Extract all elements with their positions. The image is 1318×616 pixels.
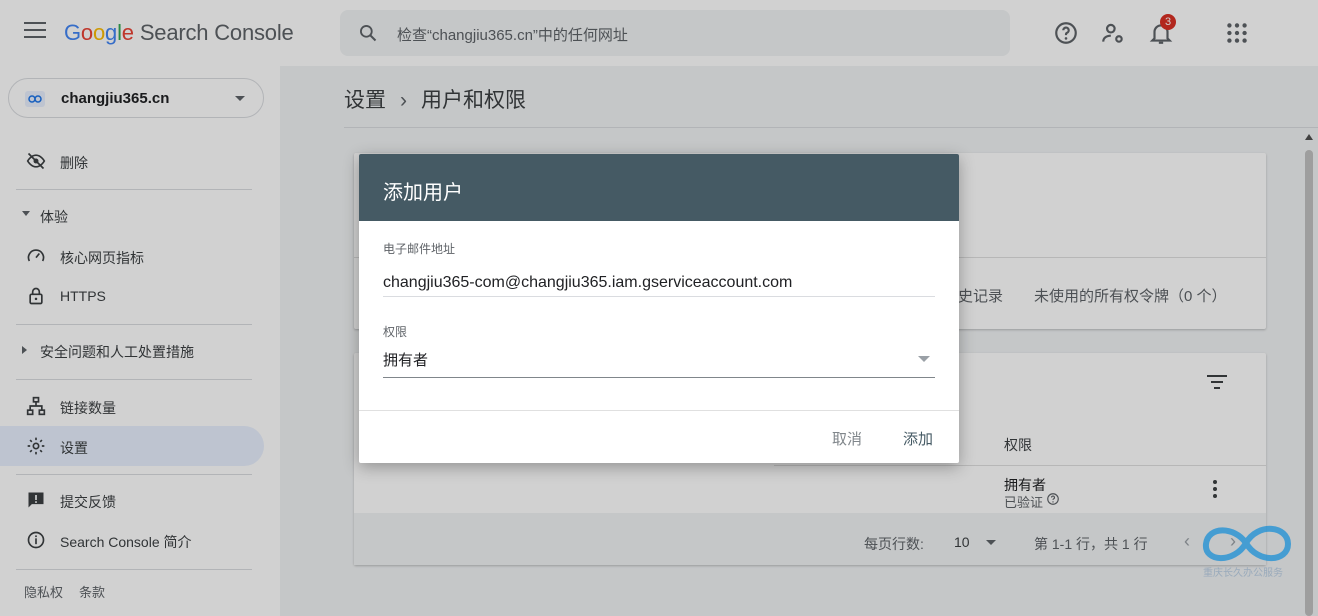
- email-underline: [383, 296, 935, 297]
- add-user-dialog: 添加用户 电子邮件地址 changjiu365-com@changjiu365.…: [359, 154, 959, 463]
- permission-underline: [383, 377, 935, 378]
- dialog-title: 添加用户: [383, 182, 463, 204]
- email-field[interactable]: changjiu365-com@changjiu365.iam.gservice…: [383, 274, 792, 292]
- permission-label: 权限: [383, 325, 408, 339]
- divider: [359, 410, 959, 411]
- cancel-button[interactable]: 取消: [832, 428, 862, 449]
- permission-select[interactable]: 拥有者: [383, 349, 428, 370]
- dropdown-arrow-icon[interactable]: [918, 356, 930, 362]
- add-button[interactable]: 添加: [903, 428, 933, 449]
- watermark-text: 重庆长久办公服务: [1203, 568, 1283, 579]
- email-label: 电子邮件地址: [383, 242, 456, 256]
